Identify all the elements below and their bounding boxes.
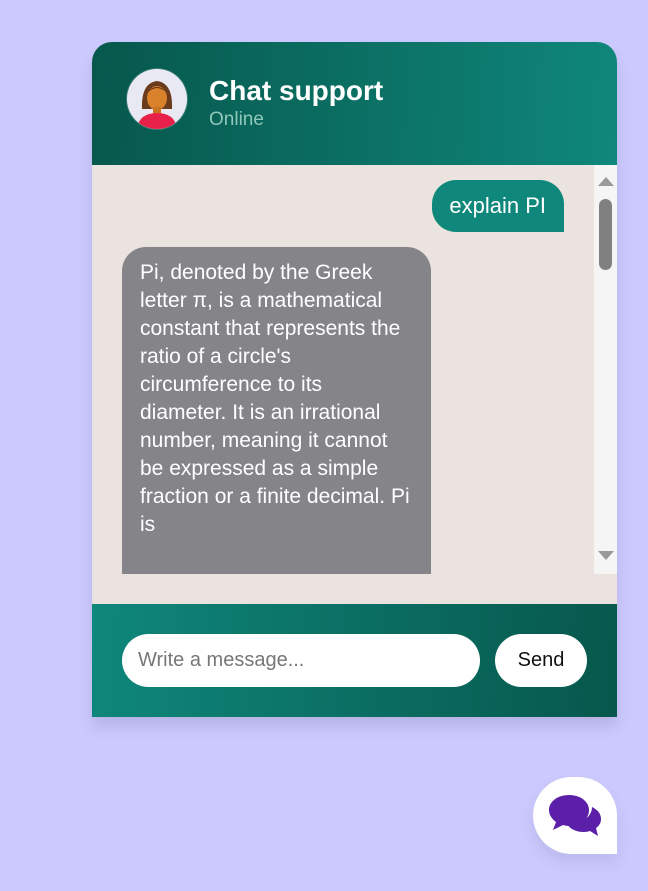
message-input[interactable] (122, 634, 480, 687)
scroll-down-arrow-icon[interactable] (598, 551, 614, 560)
scrollbar-thumb[interactable] (599, 199, 612, 270)
online-status: Online (209, 109, 264, 130)
message-list: explain PI Pi, denoted by the Greek lett… (92, 165, 594, 574)
scroll-up-arrow-icon[interactable] (598, 177, 614, 186)
chat-launcher-button[interactable] (533, 777, 617, 854)
messages-bottom-padding (92, 574, 617, 604)
woman-avatar-icon (127, 69, 187, 129)
chat-header: Chat support Online (92, 42, 617, 165)
support-agent-avatar (127, 69, 187, 129)
chat-bubbles-icon (549, 795, 601, 836)
chat-title: Chat support (209, 75, 384, 106)
message-scrollbar[interactable] (594, 165, 617, 574)
user-message: explain PI (432, 180, 564, 232)
bot-message: Pi, denoted by the Greek letter π, is a … (122, 247, 431, 574)
chat-widget: Chat support Online explain PI Pi, denot… (92, 42, 617, 717)
chat-composer: Send (92, 604, 617, 717)
send-button[interactable]: Send (495, 634, 587, 687)
